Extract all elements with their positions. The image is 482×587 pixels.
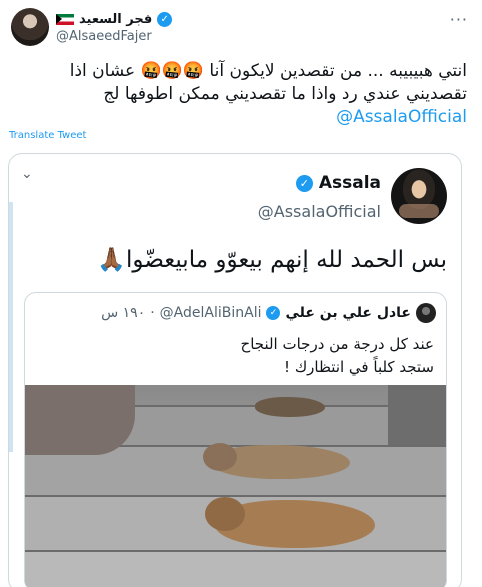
- quoted-tweet-text: بس الحمد لله إنهم بيعوّو مابيعضّوا🙏🏾: [97, 247, 447, 273]
- quoted-tweet[interactable]: ⌄ ✓ Assala @AssalaOfficial بس الحمد لله …: [8, 153, 462, 587]
- nested-tweet-text: عند كل درجة من درجات النجاح ستجد كلباً ف…: [44, 333, 434, 379]
- kuwait-flag-icon: [56, 13, 74, 25]
- author-handle[interactable]: @AlsaeedFajer: [56, 29, 152, 44]
- dogs-on-stairs-photo[interactable]: [25, 385, 446, 587]
- chevron-down-icon[interactable]: ⌄: [21, 166, 37, 182]
- quoted-author-avatar[interactable]: [391, 168, 447, 224]
- mention-link[interactable]: @AssalaOfficial: [336, 107, 467, 127]
- tweet-text: انتي هبيبيبه ... من تقصدين لايكون آنا 🤬🤬…: [12, 60, 467, 129]
- nested-separator: ·: [150, 305, 155, 321]
- nested-quoted-tweet[interactable]: ١٩٠ س · @AdelAliBinAli ✓ عادل علي بن علي…: [24, 292, 447, 587]
- tweet-line-1: انتي هبيبيبه ... من تقصدين لايكون آنا 🤬🤬…: [69, 61, 467, 81]
- tweet-header: فجر السعيد ✓ @AlsaeedFajer ···: [0, 0, 482, 56]
- quoted-name-row: ✓ Assala: [295, 173, 381, 193]
- verified-badge-icon: ✓: [157, 11, 173, 27]
- more-dots-icon[interactable]: ···: [450, 10, 468, 29]
- nested-display-name[interactable]: عادل علي بن علي: [285, 305, 411, 321]
- tweet-line-2: تقصديني عندي رد واذا ما تقصديني ممكن اطو…: [103, 84, 467, 104]
- nested-timestamp[interactable]: ١٩٠ س: [101, 305, 145, 321]
- author-display-name[interactable]: فجر السعيد: [79, 12, 152, 27]
- verified-badge-icon: ✓: [295, 174, 313, 192]
- translate-tweet-link[interactable]: Translate Tweet: [9, 130, 86, 141]
- author-avatar[interactable]: [11, 8, 49, 46]
- thread-bar: [9, 202, 13, 452]
- nested-header: ١٩٠ س · @AdelAliBinAli ✓ عادل علي بن علي: [101, 303, 436, 323]
- author-name-row: فجر السعيد ✓: [56, 10, 173, 28]
- nested-line-1: عند كل درجة من درجات النجاح: [240, 335, 434, 353]
- quoted-handle[interactable]: @AssalaOfficial: [258, 202, 381, 221]
- verified-badge-icon: ✓: [266, 306, 281, 320]
- nested-handle[interactable]: @AdelAliBinAli: [160, 305, 262, 321]
- nested-avatar[interactable]: [416, 303, 436, 323]
- quoted-display-name[interactable]: Assala: [319, 173, 381, 193]
- nested-line-2: ستجد كلباً في انتظارك !: [284, 358, 434, 376]
